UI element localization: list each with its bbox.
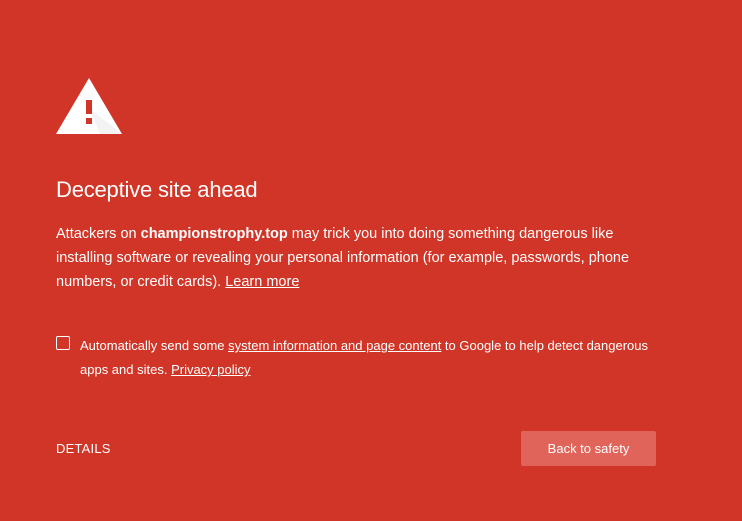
learn-more-link[interactable]: Learn more bbox=[225, 274, 299, 290]
extended-reporting-checkbox[interactable] bbox=[56, 336, 70, 350]
page-title: Deceptive site ahead bbox=[56, 177, 258, 202]
extended-reporting-row: Automatically send some system informati… bbox=[56, 334, 656, 382]
reporting-prefix: Automatically send some bbox=[80, 338, 229, 353]
message-prefix: Attackers on bbox=[56, 226, 141, 242]
warning-triangle-icon bbox=[56, 78, 122, 134]
main-message: Attackers on championstrophy.top may tri… bbox=[56, 222, 666, 294]
details-button[interactable]: DETAILS bbox=[56, 440, 111, 458]
privacy-policy-link[interactable]: Privacy policy bbox=[171, 362, 250, 377]
system-information-link[interactable]: system information and page content bbox=[228, 338, 441, 353]
extended-reporting-text: Automatically send some system informati… bbox=[80, 334, 656, 382]
site-domain: championstrophy.top bbox=[140, 226, 288, 242]
interstitial-page: Deceptive site ahead Attackers on champi… bbox=[0, 0, 742, 521]
back-to-safety-button[interactable]: Back to safety bbox=[521, 431, 656, 466]
